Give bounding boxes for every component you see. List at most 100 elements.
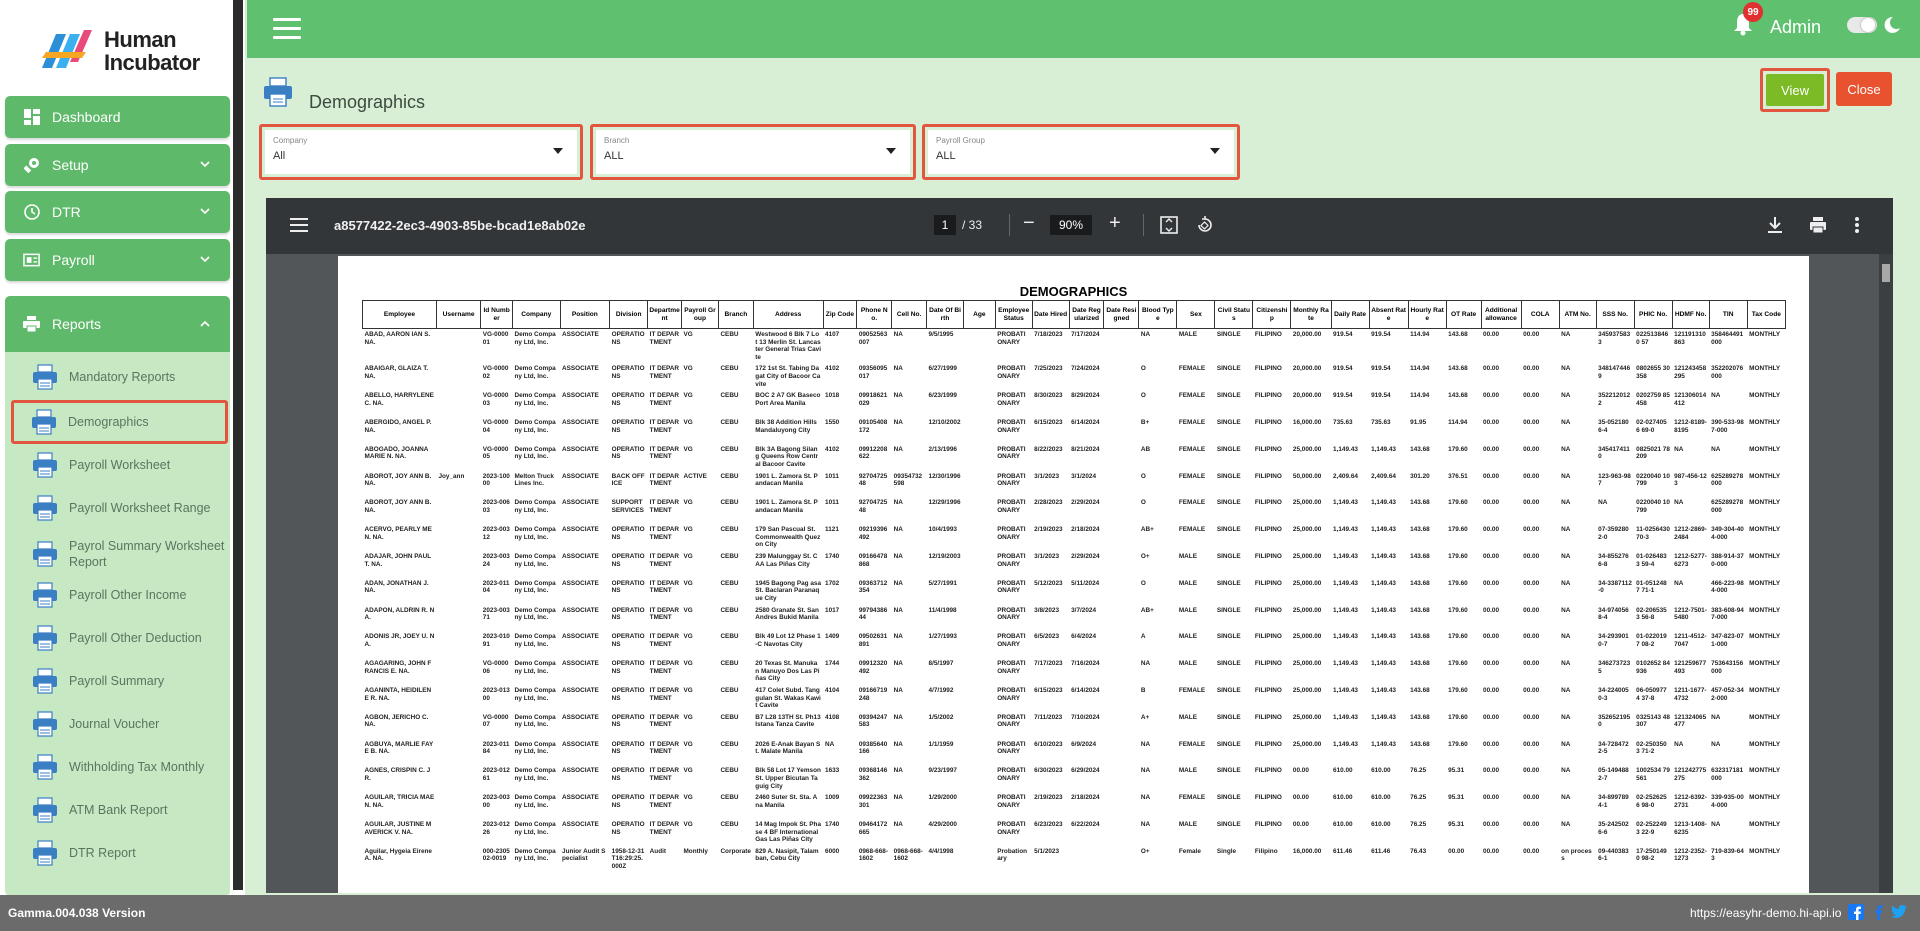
- footer-url[interactable]: https://easyhr-demo.hi-api.io: [1690, 906, 1841, 920]
- table-cell: NA: [893, 579, 903, 587]
- report-item-payroll-summary-worksheet-report[interactable]: Payrol Summary Worksheet Report: [9, 532, 226, 576]
- payroll-group-select[interactable]: Payroll Group ALL: [928, 130, 1234, 174]
- report-item-label: Payroll Other Income: [69, 588, 187, 602]
- theme-toggle[interactable]: [1847, 17, 1877, 33]
- table-cell: 1212-5277-6273: [1674, 552, 1707, 568]
- nav-dashboard[interactable]: Dashboard: [5, 96, 230, 138]
- table-cell: 00.00: [1483, 472, 1500, 480]
- facebook-f-icon[interactable]: [1869, 904, 1887, 920]
- table-cell: 5/1/2023: [1034, 847, 1060, 855]
- report-item-payroll-worksheet[interactable]: Payroll Worksheet: [9, 446, 226, 484]
- column-header: Division: [609, 300, 649, 329]
- table-cell: 34-8997894-1: [1598, 794, 1629, 809]
- table-cell: 0220040 10799: [1636, 499, 1670, 514]
- table-cell: VG: [683, 552, 693, 560]
- nav-payroll[interactable]: Payroll: [5, 239, 230, 281]
- table-cell: Melton Truck Lines Inc.: [514, 472, 554, 488]
- table-cell: 34-2939010-7: [1598, 633, 1629, 648]
- table-cell: 09922363301: [858, 794, 888, 809]
- twitter-icon[interactable]: [1890, 904, 1908, 920]
- table-cell: [964, 329, 996, 364]
- report-item-payroll-other-deduction[interactable]: Payroll Other Deduction: [9, 619, 226, 657]
- nav-setup[interactable]: Setup: [5, 144, 230, 186]
- table-cell: 34-8552766-8: [1598, 552, 1629, 568]
- table-cell: SINGLE: [1216, 552, 1241, 560]
- table-cell: [1104, 390, 1139, 417]
- table-cell: FEMALE: [1178, 794, 1206, 802]
- table-cell: 00.00: [1483, 579, 1500, 587]
- table-cell: ASSOCIATE: [562, 713, 599, 721]
- zoom-in-icon[interactable]: +: [1109, 212, 1121, 235]
- user-name[interactable]: Admin: [1770, 17, 1821, 38]
- table-cell: 12/19/2003: [928, 552, 961, 560]
- company-select[interactable]: Company All: [265, 130, 577, 174]
- table-cell: 09354732598: [893, 472, 923, 488]
- report-item-payroll-other-income[interactable]: Payroll Other Income: [9, 576, 226, 614]
- nav-dtr-label: DTR: [52, 204, 81, 220]
- table-cell: Demo Company Ltd, Inc.: [514, 418, 556, 434]
- table-cell: PROBATIONARY: [997, 767, 1026, 782]
- column-header: Daily Rate: [1330, 300, 1370, 329]
- report-item-atm-bank-report[interactable]: ATM Bank Report: [9, 791, 226, 829]
- table-cell: 3526521950: [1598, 713, 1631, 729]
- table-cell: 02-2503503 71-2: [1636, 740, 1667, 756]
- table-cell: PROBATIONARY: [997, 418, 1026, 434]
- report-item-payroll-summary[interactable]: Payroll Summary: [9, 662, 226, 700]
- rotate-icon[interactable]: [1196, 216, 1214, 234]
- table-cell: 3/1/2023: [1034, 552, 1060, 560]
- table-cell: 1017: [825, 606, 840, 614]
- table-cell: 76.25: [1410, 794, 1427, 802]
- table-cell: 11-0256430 70-3: [1636, 526, 1670, 541]
- table-cell: [1104, 712, 1139, 739]
- table-cell: 00.00: [1483, 526, 1500, 534]
- zoom-out-icon[interactable]: −: [1023, 212, 1035, 235]
- report-item-mandatory-reports[interactable]: Mandatory Reports: [9, 358, 226, 396]
- table-cell: 1901 L. Zamora St. Pandacan Manila: [755, 499, 818, 514]
- table-cell: 7/10/2024: [1071, 713, 1100, 721]
- table-cell: 0220040 10799: [1636, 472, 1670, 488]
- more-options-icon[interactable]: [1854, 216, 1860, 234]
- facebook-icon[interactable]: [1848, 904, 1864, 920]
- table-cell: PROBATIONARY: [997, 331, 1026, 346]
- table-cell: [1104, 497, 1139, 524]
- view-button[interactable]: View: [1760, 68, 1830, 112]
- report-item-withholding-tax-monthly[interactable]: Withholding Tax Monthly: [9, 748, 226, 786]
- table-cell: 0325143 48307: [1636, 713, 1670, 729]
- nav-reports[interactable]: Reports: [5, 296, 230, 352]
- zoom-input[interactable]: 90%: [1050, 215, 1092, 235]
- footer: Gamma.004.038 Version https://easyhr-dem…: [0, 895, 1920, 931]
- nav-dtr[interactable]: DTR: [5, 191, 230, 233]
- brand-logo[interactable]: Human Incubator: [30, 22, 210, 80]
- table-cell: OPERATIONS: [611, 445, 645, 461]
- report-item-payroll-worksheet-range[interactable]: Payroll Worksheet Range: [9, 489, 226, 527]
- chevron-down-icon: [200, 256, 210, 263]
- scroll-thumb[interactable]: [1882, 264, 1890, 282]
- payroll-group-select-value: ALL: [936, 150, 956, 162]
- table-cell: 00.00: [1483, 499, 1500, 507]
- table-cell: Blk 58 Lot 17 Yemson St. Upper Bicutan T…: [755, 767, 821, 790]
- table-cell: 01-0512487 71-1: [1636, 579, 1667, 595]
- sidebar-scrollbar[interactable]: [233, 0, 243, 890]
- report-item-demographics[interactable]: Demographics: [11, 400, 228, 444]
- branch-select[interactable]: Branch ALL: [596, 130, 910, 174]
- table-cell: ASSOCIATE: [562, 392, 599, 400]
- table-cell: 114.94: [1410, 365, 1430, 373]
- report-item-label: Payroll Worksheet: [69, 458, 171, 472]
- table-cell: 143.68: [1410, 579, 1430, 587]
- fit-page-icon[interactable]: [1160, 216, 1178, 234]
- table-cell: OPERATIONS: [611, 794, 645, 809]
- download-icon[interactable]: [1766, 216, 1784, 234]
- report-item-dtr-report[interactable]: DTR Report: [9, 834, 226, 872]
- table-cell: Demo Company Ltd, Inc.: [514, 606, 556, 622]
- table-cell: 919.54: [1333, 365, 1353, 373]
- column-header: Phone No.: [856, 300, 893, 329]
- table-cell: FEMALE: [1178, 499, 1206, 507]
- report-item-journal-voucher[interactable]: Journal Voucher: [9, 705, 226, 743]
- pdf-scrollbar[interactable]: [1879, 254, 1893, 893]
- table-cell: FILIPINO: [1254, 365, 1282, 373]
- close-button[interactable]: Close: [1836, 72, 1892, 106]
- menu-icon[interactable]: [290, 218, 308, 232]
- print-icon[interactable]: [1809, 216, 1827, 234]
- page-number-input[interactable]: 1: [934, 215, 956, 235]
- menu-toggle-icon[interactable]: [273, 18, 301, 40]
